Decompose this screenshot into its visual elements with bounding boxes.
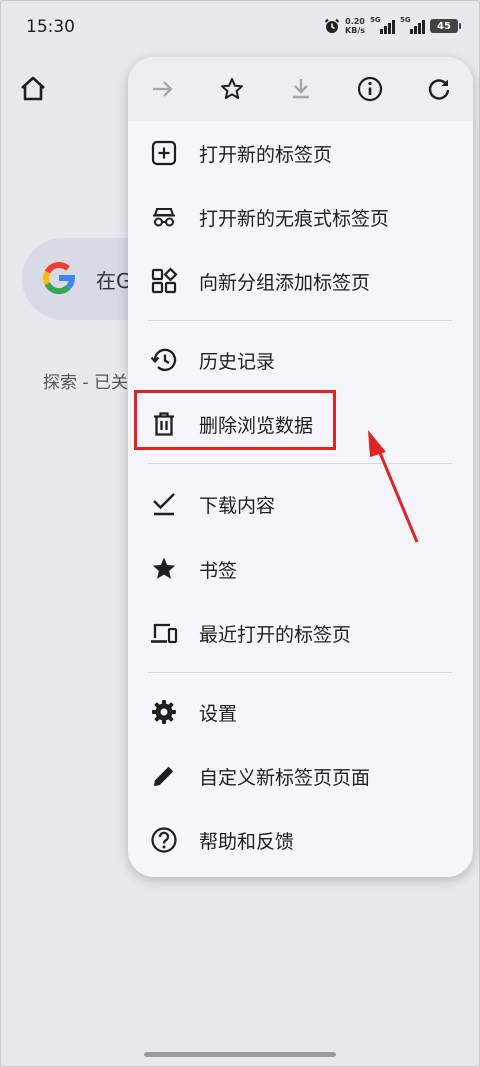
pencil-icon [154,766,174,786]
download-icon [292,79,309,99]
menu-item-recent-tabs[interactable]: 最近打开的标签页 [128,601,473,665]
menu-item-help-feedback[interactable]: 帮助和反馈 [128,808,473,872]
menu-item-new-incognito-tab[interactable]: 打开新的无痕式标签页 [128,185,473,249]
history-icon [150,348,177,371]
help-icon [151,827,177,853]
refresh-icon [428,79,449,100]
menu-item-label: 历史记录 [199,351,276,373]
menu-divider [148,463,452,464]
battery-icon: 45 [430,19,461,33]
bookmark-button[interactable] [197,57,266,121]
menu-item-settings[interactable]: 设置 [128,680,473,744]
google-logo-icon [43,261,75,295]
forward-button[interactable] [128,57,197,121]
network-speed-unit: KB/s [345,26,365,35]
forward-icon [152,81,173,97]
search-placeholder: 在G [96,269,132,293]
menu-item-downloads[interactable]: 下载内容 [128,472,473,536]
alarm-icon [324,18,340,33]
signal-icon: 5G [370,16,395,34]
gesture-home-bar[interactable] [144,1052,336,1057]
battery-level: 45 [437,20,451,32]
new-tab-icon [151,140,177,166]
star-icon [220,78,243,99]
menu-divider [148,672,452,673]
menu-item-label: 打开新的标签页 [199,144,333,166]
devices-icon [151,623,178,644]
home-icon[interactable] [18,74,48,104]
signal-icon-2: 5G [400,16,425,34]
download-button[interactable] [266,57,335,121]
menu-item-add-to-group[interactable]: 向新分组添加标签页 [128,249,473,313]
menu-item-label: 打开新的无痕式标签页 [199,208,390,230]
menu-item-label: 向新分组添加标签页 [199,272,371,294]
network-speed-value: 0.20 [345,17,365,26]
network-speed: 0.20 KB/s [345,17,365,35]
menu-item-label: 最近打开的标签页 [199,624,352,646]
explore-feed-label: 探索 - 已关 [43,373,128,393]
highlight-box [134,390,336,450]
tab-group-icon [151,267,178,294]
menu-item-label: 设置 [199,703,238,725]
menu-item-label: 帮助和反馈 [199,831,295,853]
menu-item-history[interactable]: 历史记录 [128,328,473,392]
bookmark-star-icon [152,557,176,579]
status-icons: 0.20 KB/s 5G 5G 45 [324,16,461,35]
sim2-label: 5G [400,16,411,24]
info-icon [357,76,382,102]
menu-item-label: 书签 [199,560,238,582]
menu-item-new-tab[interactable]: 打开新的标签页 [128,121,473,185]
chrome-overflow-menu: 打开新的标签页 打开新的无痕式标签页 向新分组添加标签页 历史记录 删除浏览数据… [128,57,473,877]
incognito-icon [153,208,175,227]
page-info-button[interactable] [335,57,404,121]
menu-item-label: 下载内容 [199,495,276,517]
sim1-label: 5G [370,16,381,24]
menu-item-label: 自定义新标签页页面 [199,767,371,789]
menu-item-bookmarks[interactable]: 书签 [128,537,473,601]
downloads-icon [153,493,175,516]
menu-divider [148,320,452,321]
settings-gear-icon [152,700,176,724]
status-bar: 15:30 0.20 KB/s 5G 5G 45 [0,0,480,56]
menu-item-customize-new-tab[interactable]: 自定义新标签页页面 [128,744,473,808]
menu-toolbar [128,57,473,121]
refresh-button[interactable] [404,57,473,121]
status-time: 15:30 [26,17,75,37]
